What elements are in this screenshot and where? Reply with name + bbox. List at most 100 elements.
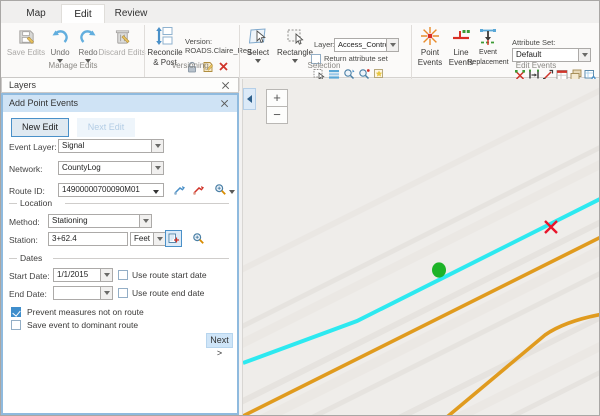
rectangle-select-icon <box>284 25 306 47</box>
route-id-combo[interactable]: 14900000700090M01 <box>58 183 164 197</box>
attribute-set-combo[interactable]: Default <box>512 48 579 62</box>
pick-route-icon[interactable] <box>173 183 186 196</box>
event-replacement-icon <box>477 25 499 47</box>
station-input[interactable]: 3+62.4 <box>48 232 128 246</box>
method-combo[interactable]: Stationing <box>48 214 140 228</box>
next-edit-button[interactable]: Next Edit <box>77 118 135 137</box>
event-layer-label: Event Layer: <box>9 142 57 152</box>
prevent-measures-checkbox[interactable] <box>11 307 21 317</box>
tab-review[interactable]: Review <box>105 4 157 23</box>
use-route-start-label: Use route start date <box>132 270 207 280</box>
versioning-group-label: Versioning <box>147 61 233 70</box>
chevron-down-icon <box>104 291 110 295</box>
route-zoom-caret-icon <box>229 190 235 194</box>
chevron-down-icon <box>390 43 396 47</box>
chevron-down-icon <box>104 273 110 277</box>
save-dominant-checkbox[interactable] <box>11 320 21 330</box>
rectangle-select-button[interactable]: Rectangle <box>276 25 314 63</box>
save-edits-label: Save Edits <box>7 48 45 57</box>
use-route-start-checkbox[interactable] <box>118 270 128 280</box>
point-events-button[interactable]: Point Events <box>415 25 445 67</box>
rectangle-label: Rectangle <box>277 48 313 57</box>
chevron-down-icon <box>157 237 163 241</box>
discard-edits-label: Discard Edits <box>98 48 145 57</box>
collapse-panel-tab[interactable] <box>243 88 256 110</box>
units-combo[interactable]: Feet <box>130 232 154 246</box>
end-date-arrow[interactable] <box>100 286 113 300</box>
zoom-out-button[interactable]: − <box>266 106 288 124</box>
select-label: Select <box>247 48 269 57</box>
dates-section: Dates <box>9 253 229 263</box>
route-id-label: Route ID: <box>9 186 45 196</box>
pane-header: Add Point Events <box>3 95 237 112</box>
start-date-input[interactable]: 1/1/2015 <box>53 268 101 282</box>
redo-button[interactable]: Redo <box>75 25 101 63</box>
zoom-in-button[interactable]: + <box>266 89 288 107</box>
close-icon[interactable] <box>220 99 229 108</box>
map-zoom-control: + − <box>266 89 288 124</box>
redo-icon <box>77 25 99 47</box>
start-date-arrow[interactable] <box>100 268 113 282</box>
selection-group-label: Selection <box>281 61 367 70</box>
chevron-down-icon <box>582 53 588 57</box>
layers-pane-header[interactable]: Layers <box>1 77 239 93</box>
chevron-down-icon <box>155 166 161 170</box>
version-label: Version: <box>185 37 212 46</box>
save-dominant-label: Save event to dominant route <box>27 320 138 330</box>
collapse-arrow-icon <box>247 95 252 103</box>
event-layer-combo-arrow[interactable] <box>151 139 164 153</box>
map-view[interactable]: + − <box>242 79 600 415</box>
method-label: Method: <box>9 217 40 227</box>
add-point-events-pane: Add Point Events New Edit Next Edit Even… <box>1 93 239 415</box>
network-combo[interactable]: CountyLog <box>58 161 152 175</box>
layer-combo[interactable]: Access_Control <box>334 38 387 52</box>
attribute-set-label: Attribute Set: <box>512 38 555 47</box>
location-section: Location <box>9 198 229 208</box>
select-dropdown-caret-icon <box>255 59 261 63</box>
undo-icon <box>49 25 71 47</box>
tab-edit[interactable]: Edit <box>61 4 105 24</box>
method-combo-arrow[interactable] <box>139 214 152 228</box>
undo-button[interactable]: Undo <box>47 25 73 63</box>
road-line-upper[interactable] <box>243 236 600 415</box>
layer-combo-arrow[interactable] <box>386 38 399 52</box>
group-divider <box>239 25 240 91</box>
use-route-end-checkbox[interactable] <box>118 288 128 298</box>
point-events-label-2: Events <box>418 58 442 67</box>
discard-edits-button[interactable]: Discard Edits <box>101 25 143 57</box>
point-event-marker[interactable] <box>432 262 446 277</box>
redo-label: Redo <box>78 48 97 57</box>
prevent-measures-label: Prevent measures not on route <box>27 307 144 317</box>
attribute-set-combo-arrow[interactable] <box>578 48 591 62</box>
route-zoom-icon[interactable] <box>214 183 227 196</box>
next-button[interactable]: Next > <box>206 333 233 348</box>
end-date-input[interactable] <box>53 286 101 300</box>
pick-location-icon <box>168 233 180 245</box>
app-window: Map Edit Review Save Edits Undo Redo <box>0 0 600 416</box>
event-layer-combo[interactable]: Signal <box>58 139 152 153</box>
manage-edits-group-label: Manage Edits <box>31 61 115 70</box>
chevron-down-icon <box>143 219 149 223</box>
close-icon[interactable] <box>221 81 230 90</box>
layers-pane-title: Layers <box>9 80 36 90</box>
network-combo-arrow[interactable] <box>151 161 164 175</box>
new-edit-button[interactable]: New Edit <box>11 118 69 137</box>
save-icon <box>15 25 37 47</box>
station-label: Station: <box>9 235 38 245</box>
tab-map[interactable]: Map <box>13 4 59 23</box>
edit-events-group-label: Edit Events <box>493 61 579 70</box>
pick-location-button[interactable] <box>165 230 182 247</box>
save-edits-button[interactable]: Save Edits <box>7 25 45 57</box>
station-zoom-icon[interactable] <box>192 232 205 245</box>
location-section-label: Location <box>17 198 55 208</box>
point-events-label-1: Point <box>421 48 439 57</box>
network-label: Network: <box>9 164 43 174</box>
use-route-end-label: Use route end date <box>132 288 204 298</box>
route-id-caret-icon <box>153 190 159 194</box>
select-button[interactable]: Select <box>242 25 274 63</box>
reconcile-label-1: Reconcile <box>147 48 182 57</box>
discard-icon <box>111 25 133 47</box>
pick-route-from-map-icon[interactable] <box>192 183 205 196</box>
pane-title: Add Point Events <box>9 98 78 108</box>
map-canvas <box>243 79 600 415</box>
